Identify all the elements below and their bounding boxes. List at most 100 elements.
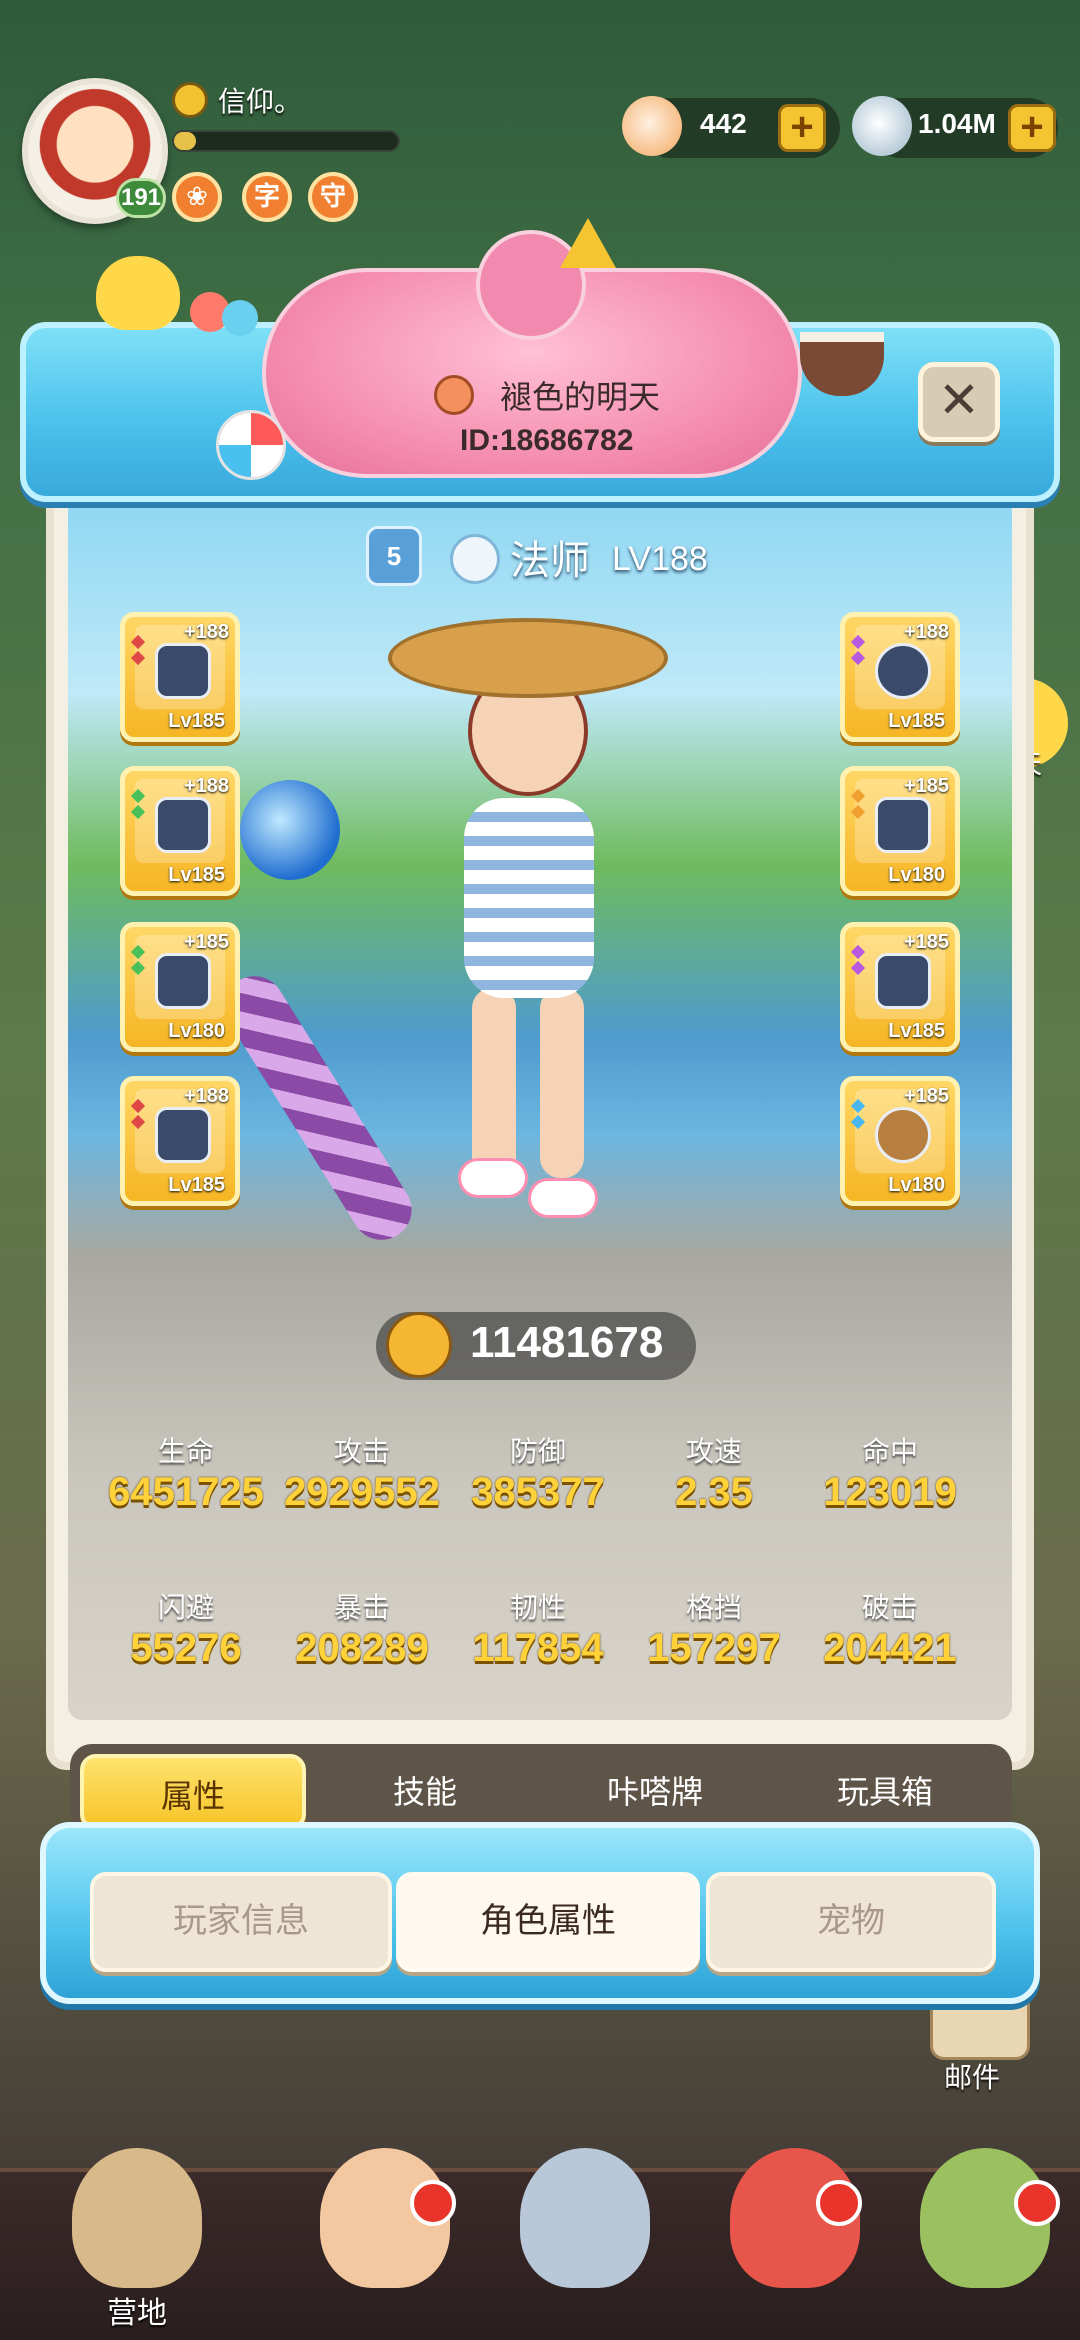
player-name: 信仰。 (218, 85, 303, 118)
tab-toybox[interactable]: 玩具箱 (790, 1754, 980, 1830)
weapon-gear-icon (155, 643, 211, 699)
slot-enhance-level: +188 (183, 775, 229, 797)
ring-gear-icon (155, 1107, 211, 1163)
slot-enhance-level: +188 (903, 621, 949, 643)
clam-icon (852, 96, 912, 156)
tab-skills[interactable]: 技能 (330, 1754, 520, 1830)
slot-item-level: Lv185 (888, 1020, 945, 1042)
sword-icon (520, 2148, 650, 2288)
slot-enhance-level: +185 (903, 1085, 949, 1107)
stat-label: 生命 (157, 1435, 214, 1468)
straw-hat (388, 618, 668, 698)
nav-hero[interactable] (300, 2148, 470, 2328)
stat-value: 204421 (823, 1626, 957, 1670)
character-leg (540, 988, 584, 1178)
stat-attack: 攻击 2929552 (272, 1430, 452, 1515)
equipment-slot-right-2[interactable]: +185 Lv180 (840, 766, 960, 896)
stat-attack-speed: 攻速 2.35 (624, 1430, 804, 1515)
exp-bar (172, 130, 400, 152)
nav-guild[interactable] (900, 2148, 1070, 2328)
stat-label: 格挡 (685, 1591, 742, 1624)
buff-badge-1[interactable]: ❀ (172, 172, 222, 222)
stat-defense: 防御 385377 (448, 1430, 628, 1515)
equipment-slot-right-1[interactable]: +188 Lv185 (840, 612, 960, 742)
stat-value: 208289 (295, 1626, 429, 1670)
stat-hp: 生命 6451725 (96, 1430, 276, 1515)
class-name: 法师 (510, 538, 590, 584)
tab-cards[interactable]: 咔嗒牌 (560, 1754, 750, 1830)
character-swimsuit (464, 798, 594, 998)
stat-crit: 暴击 208289 (272, 1586, 452, 1671)
orb-decoration (240, 780, 340, 880)
tab-character-attributes[interactable]: 角色属性 (396, 1872, 700, 1972)
add-clam-button[interactable]: + (1008, 104, 1056, 152)
stat-value: 6451725 (108, 1470, 264, 1514)
close-button[interactable]: ✕ (918, 362, 1000, 442)
camp-icon (72, 2148, 202, 2288)
slot-enhance-level: +188 (183, 1085, 229, 1107)
stat-value: 2.35 (675, 1470, 753, 1514)
character-model (388, 578, 668, 1218)
slot-enhance-level: +185 (903, 775, 949, 797)
muscle-power-icon (386, 1312, 452, 1378)
tab-attributes[interactable]: 属性 (80, 1754, 306, 1830)
notification-dot (816, 2180, 862, 2226)
glove-gear-icon (155, 797, 211, 853)
stat-label: 破击 (861, 1591, 918, 1624)
buff-badge-3[interactable]: 守 (308, 172, 358, 222)
mail-label[interactable]: 邮件 (944, 2056, 1000, 2096)
stat-label: 攻击 (333, 1435, 390, 1468)
nav-pet[interactable] (710, 2148, 880, 2328)
profile-player-name: 褪色的明天 (500, 378, 661, 416)
tab-player-info[interactable]: 玩家信息 (90, 1872, 392, 1972)
stat-label: 闪避 (157, 1591, 214, 1624)
slot-enhance-level: +188 (183, 621, 229, 643)
shell-icon (622, 96, 682, 156)
slot-item-level: Lv180 (888, 864, 945, 886)
mage-class-icon (450, 534, 500, 584)
equipment-slot-left-4[interactable]: +188 Lv185 (120, 1076, 240, 1206)
armor-gear-icon (875, 797, 931, 853)
clam-currency-value: 1.04M (918, 108, 996, 139)
equipment-slot-right-3[interactable]: +185 Lv185 (840, 922, 960, 1052)
crown-icon (560, 218, 616, 268)
profile-player-id: ID:18686782 (460, 424, 634, 457)
tab-pets[interactable]: 宠物 (706, 1872, 996, 1972)
nav-equipment[interactable] (500, 2148, 670, 2328)
add-shell-button[interactable]: + (778, 104, 826, 152)
stat-label: 攻速 (685, 1435, 742, 1468)
slot-item-level: Lv185 (168, 1174, 225, 1196)
necklace-gear-icon (875, 1107, 931, 1163)
stat-value: 123019 (823, 1470, 957, 1514)
stat-value: 157297 (647, 1626, 781, 1670)
rank-shield-badge: 5 (366, 526, 422, 586)
stat-block: 格挡 157297 (624, 1586, 804, 1671)
slot-item-level: Lv180 (888, 1174, 945, 1196)
power-value: 11481678 (470, 1318, 664, 1367)
stat-value: 117854 (472, 1626, 604, 1670)
slot-item-level: Lv185 (888, 710, 945, 732)
equipment-slot-left-2[interactable]: +188 Lv185 (120, 766, 240, 896)
stat-label: 命中 (861, 1435, 918, 1468)
slot-item-level: Lv185 (168, 864, 225, 886)
exp-bar-fill (174, 132, 197, 150)
player-level-badge: 191 (116, 178, 166, 218)
class-level: LV188 (612, 540, 708, 578)
stat-value: 385377 (471, 1470, 605, 1514)
boots-gear-icon (155, 953, 211, 1009)
equipment-slot-left-1[interactable]: +188 Lv185 (120, 612, 240, 742)
stat-dodge: 闪避 55276 (96, 1586, 276, 1671)
equipment-slot-right-4[interactable]: +185 Lv180 (840, 1076, 960, 1206)
stat-toughness: 韧性 117854 (448, 1586, 628, 1671)
character-leg (472, 988, 516, 1178)
shell-currency-value: 442 (700, 108, 747, 139)
stat-label: 韧性 (509, 1591, 566, 1624)
rank-icon (172, 82, 208, 118)
stat-label: 暴击 (333, 1591, 390, 1624)
key-icon (434, 375, 474, 415)
nav-camp[interactable]: 营地 (52, 2148, 222, 2331)
equipment-slot-left-3[interactable]: +185 Lv180 (120, 922, 240, 1052)
stat-value: 2929552 (284, 1470, 440, 1514)
notification-dot (1014, 2180, 1060, 2226)
buff-badge-2[interactable]: 字 (242, 172, 292, 222)
